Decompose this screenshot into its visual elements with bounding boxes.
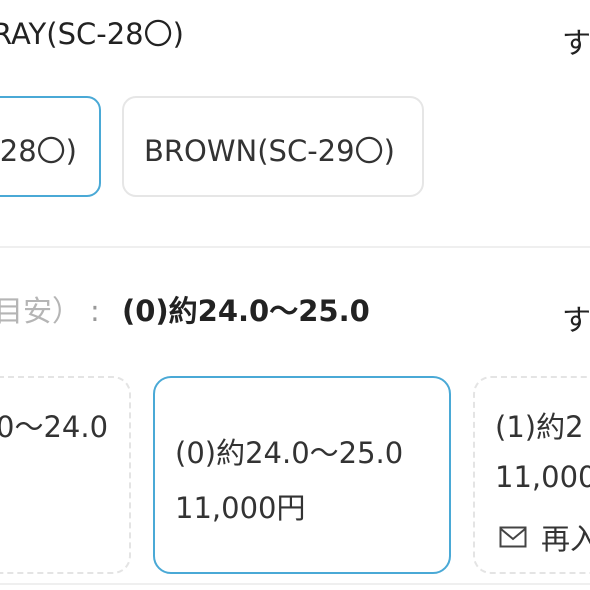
product-variant-selector: RAY(SC-28〇) す 28〇) BROWN(SC-29〇) 目安） : (… [0,0,590,590]
size-option-name: (0)約24.0～25.0 [175,436,404,470]
color-option-gray[interactable]: 28〇) [0,96,101,197]
color-option-brown[interactable]: BROWN(SC-29〇) [122,96,424,197]
section-divider [0,246,590,248]
selected-size-text: (0)約24.0～25.0 [122,294,370,328]
size-more-link[interactable]: す [562,297,590,339]
size-option-name: (1)約2 [495,410,584,444]
restock-notify-button[interactable]: 再入 [499,516,590,558]
selected-color-text: RAY(SC-28〇) [0,17,184,51]
color-option-label: BROWN(SC-29〇) [144,134,395,168]
mail-icon [499,526,527,548]
size-option-price: 11,000円 [175,491,306,525]
size-option-price: 11,000 [495,460,590,494]
size-option-card[interactable]: 0～24.0 [0,376,131,574]
size-option-name: 0～24.0 [0,410,109,444]
color-more-link[interactable]: す [562,20,590,62]
color-option-label: 28〇) [0,134,77,168]
size-label: 目安） [0,294,82,328]
size-colon: : [90,294,100,328]
size-option-card[interactable]: (1)約2 11,000 再入 [473,376,590,574]
restock-label: 再入 [541,522,590,556]
section-divider [0,583,590,585]
size-option-card-selected[interactable]: (0)約24.0～25.0 11,000円 [153,376,451,574]
